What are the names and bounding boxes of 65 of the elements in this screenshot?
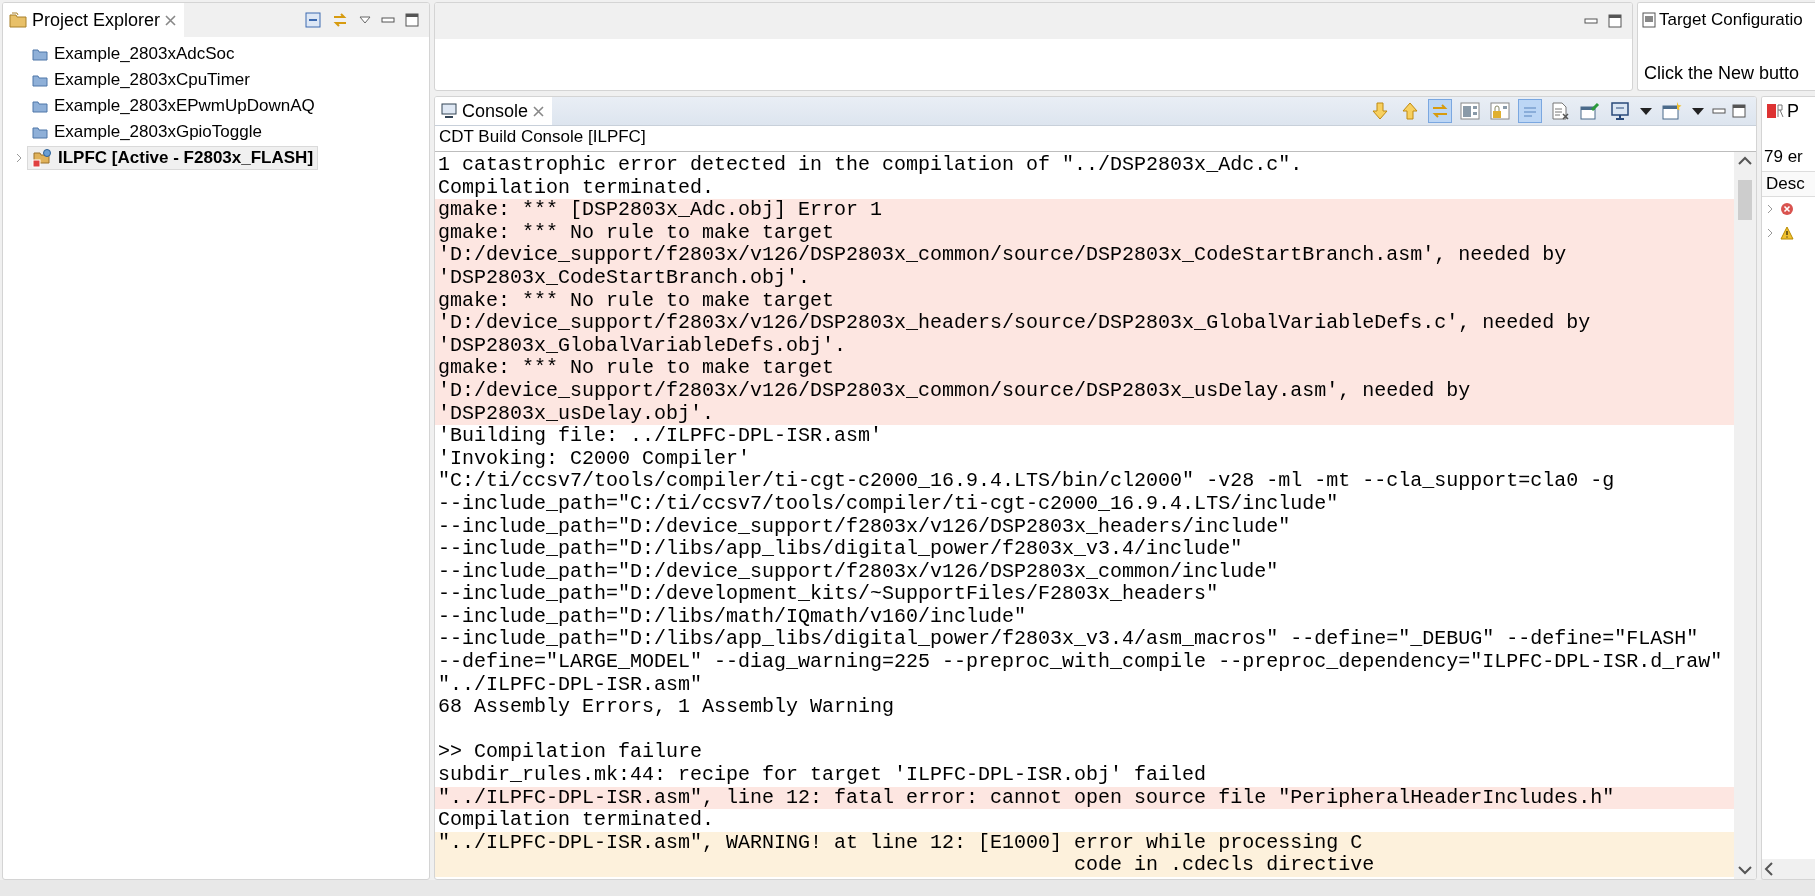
console-line: --include_path="D:/libs/app_libs/digital_power/f2803x_v3.4/asm_macros" --define="_DEBUG" --define="FLASH" xyxy=(437,628,1700,652)
folders-icon xyxy=(9,11,27,29)
error-icon xyxy=(1780,202,1794,216)
console-icon xyxy=(441,103,457,119)
document-icon xyxy=(1642,12,1656,28)
console-line: --define="LARGE_MODEL" --diag_warning=225 --preproc_with_compile --preproc_dependency="ILPFC-DPL-ISR.d_raw" xyxy=(437,651,1724,674)
close-icon[interactable] xyxy=(165,14,177,26)
pin-window-icon[interactable] xyxy=(1580,101,1600,121)
project-tree-item[interactable]: Example_2803xCpuTimer xyxy=(27,68,255,92)
problems-summary: 79 er xyxy=(1763,147,1804,168)
caret-icon[interactable] xyxy=(1691,106,1705,116)
project-icon xyxy=(32,148,52,168)
problems-icon xyxy=(1766,102,1784,120)
arrow-up-icon[interactable] xyxy=(1401,101,1419,121)
console-line: 'Invoking: C2000 Compiler' xyxy=(437,447,752,471)
project-tree-item[interactable]: ILPFC [Active - F2803x_FLASH] xyxy=(27,146,319,170)
minimize-icon[interactable] xyxy=(1584,16,1598,26)
view-menu-icon[interactable] xyxy=(359,16,371,24)
console-line: >> Compilation failure xyxy=(437,741,704,765)
project-tree-item[interactable]: Example_2803xAdcSoc xyxy=(27,42,240,66)
new-console-icon[interactable] xyxy=(1662,101,1682,121)
minimize-icon[interactable] xyxy=(1712,106,1726,116)
console-name: CDT Build Console [ILPFC] xyxy=(435,126,1756,152)
project-explorer-tab[interactable]: Project Explorer xyxy=(3,3,185,37)
scroll-up-icon[interactable] xyxy=(1738,156,1752,166)
folder-icon xyxy=(32,47,48,61)
maximize-icon[interactable] xyxy=(1732,104,1746,118)
console-line: subdir_rules.mk:44: recipe for target 'ILPFC-DPL-ISR.obj' failed xyxy=(437,764,1208,787)
minimize-icon[interactable] xyxy=(381,15,395,25)
monitor-icon[interactable] xyxy=(1610,101,1630,121)
console-line: --include_path="D:/libs/app_libs/digital_power/f2803x_v3.4/include" xyxy=(437,538,1244,561)
collapse-all-icon[interactable] xyxy=(305,12,321,28)
folder-icon xyxy=(32,99,48,113)
console-line: "../ILPFC-DPL-ISR.asm" xyxy=(437,673,704,697)
close-icon[interactable] xyxy=(533,105,545,117)
caret-icon[interactable] xyxy=(1639,106,1653,116)
console-line: --include_path="C:/ti/ccsv7/tools/compiler/ti-cgt-c2000_16.9.4.LTS/include" xyxy=(437,492,1340,516)
maximize-icon[interactable] xyxy=(405,13,419,27)
folder-icon xyxy=(32,73,48,87)
maximize-icon[interactable] xyxy=(1608,14,1622,28)
arrow-down-icon[interactable] xyxy=(1371,101,1389,121)
scrollbar-thumb[interactable] xyxy=(1738,180,1752,220)
console-line: 68 Assembly Errors, 1 Assembly Warning xyxy=(437,696,896,719)
project-tree-item[interactable]: Example_2803xGpioToggle xyxy=(27,120,267,144)
console-line: --include_path="D:/development_kits/~SupportFiles/F2803x_headers" xyxy=(437,583,1220,606)
console-line: --include_path="D:/libs/math/IQmath/v160/include" xyxy=(437,605,1028,629)
project-tree-item[interactable]: Example_2803xEPwmUpDownAQ xyxy=(27,94,320,118)
hint-text: Click the New butto xyxy=(1643,63,1801,85)
lock-icon[interactable] xyxy=(1490,101,1510,121)
clear-document-icon[interactable] xyxy=(1550,101,1570,121)
column-header[interactable]: Desc xyxy=(1762,171,1815,197)
scroll-left-icon[interactable] xyxy=(1764,862,1774,876)
console-line: --include_path="D:/device_support/f2803x/v126/DSP2803x_common/include" xyxy=(437,560,1280,584)
console-line: Compilation terminated. xyxy=(437,809,716,832)
layout-icon[interactable] xyxy=(1460,101,1480,121)
console-line: --include_path="D:/device_support/f2803x/v126/DSP2803x_headers/include" xyxy=(437,515,1292,539)
console-line: "C:/ti/ccsv7/tools/compiler/ti-cgt-c2000_16.9.4.LTS/bin/cl2000" -v28 -ml -mt --cla_support=cla0 -g xyxy=(437,470,1616,493)
console-line: 1 catastrophic error detected in the compilation of "../DSP2803x_Adc.c". xyxy=(437,154,1304,177)
link-icon[interactable] xyxy=(331,11,349,29)
console-line: Compilation terminated. xyxy=(437,176,716,200)
console-line: 'Building file: ../ILPFC-DPL-ISR.asm' xyxy=(437,425,884,448)
warning-icon xyxy=(1780,226,1794,240)
scroll-down-icon[interactable] xyxy=(1738,865,1752,875)
folder-icon xyxy=(32,125,48,139)
console-tab[interactable]: Console xyxy=(435,97,553,125)
